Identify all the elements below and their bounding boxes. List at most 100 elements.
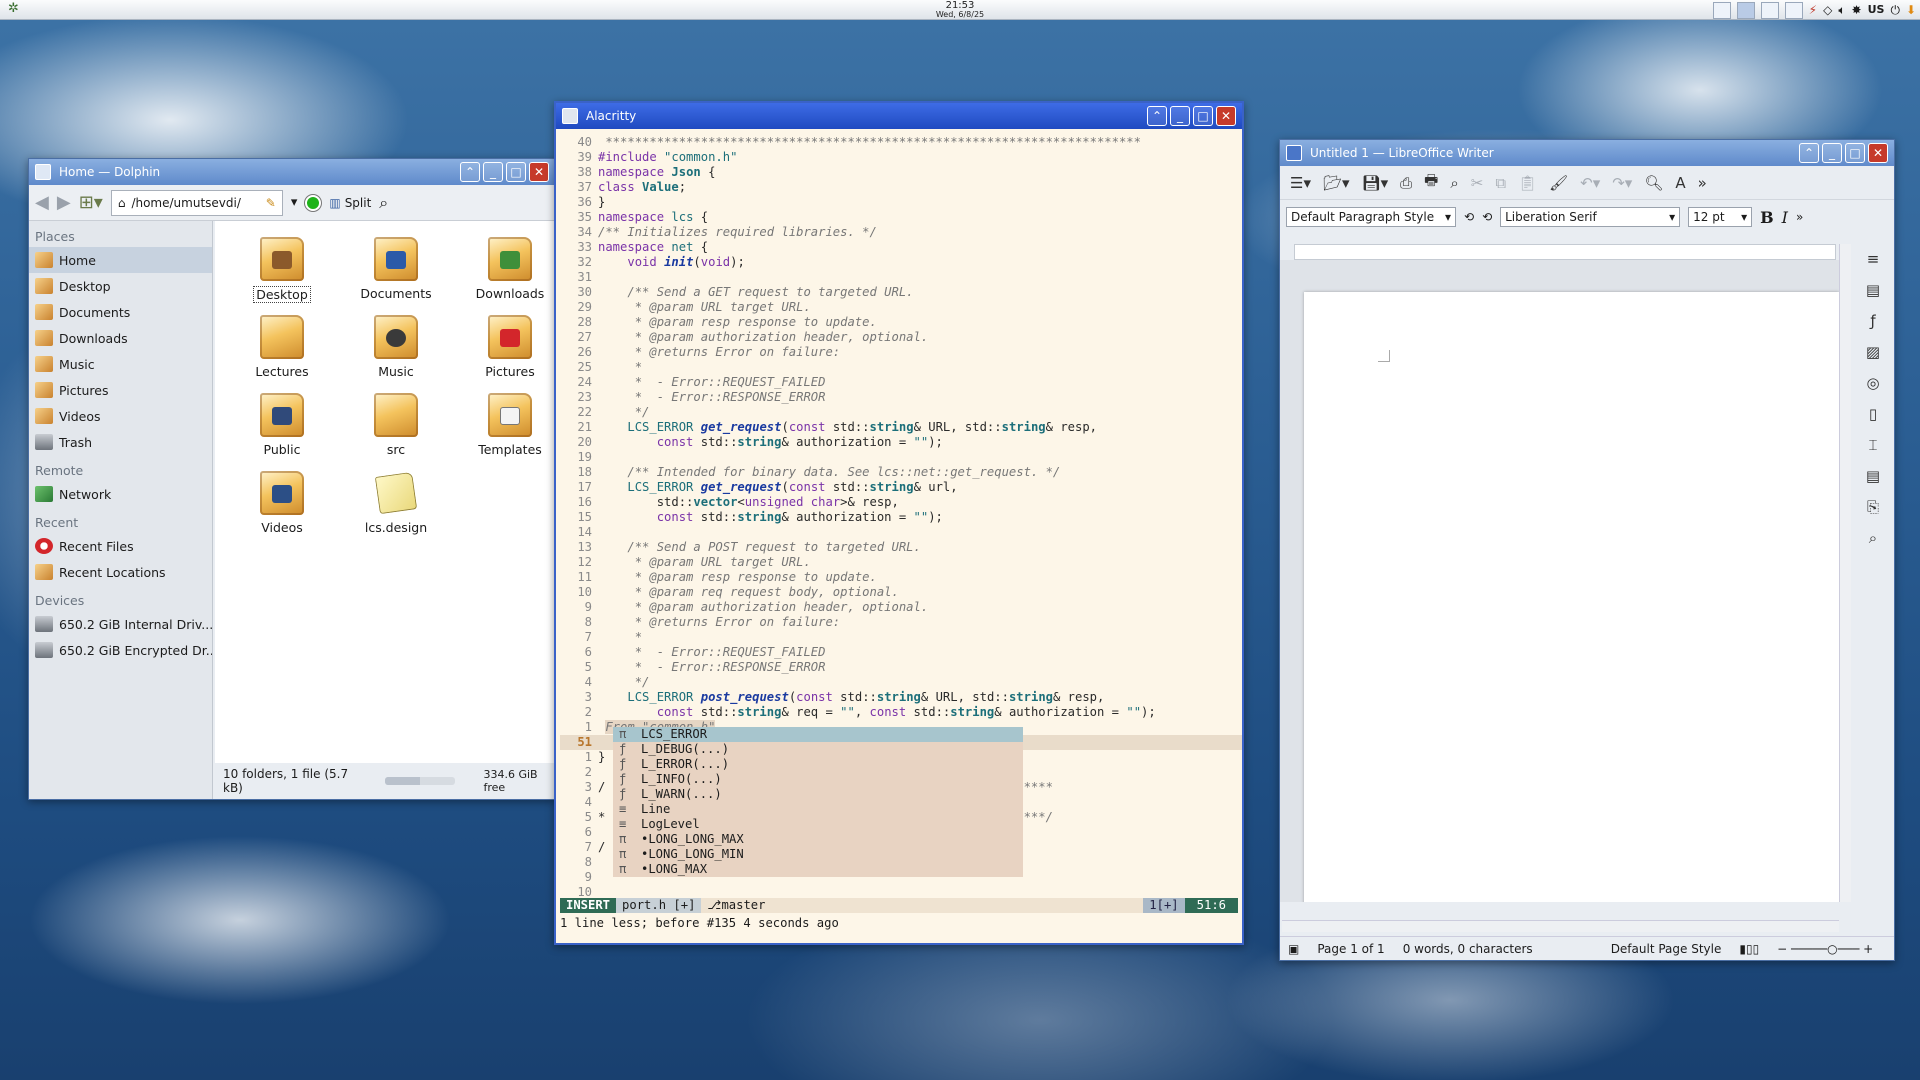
completion-item[interactable]: π •LONG_MAX (613, 862, 1023, 877)
place-network[interactable]: Network (29, 481, 212, 507)
word-count[interactable]: 0 words, 0 characters (1403, 942, 1533, 956)
navigator-icon[interactable]: ◎ (1866, 374, 1879, 392)
font-size-select[interactable]: 12 pt ▾ (1688, 207, 1753, 227)
tool-icon[interactable]: ⚡ (1809, 1, 1817, 19)
page-info[interactable]: Page 1 of 1 (1317, 942, 1384, 956)
document-area[interactable] (1280, 260, 1839, 902)
close-button[interactable]: ✕ (1868, 143, 1888, 163)
minimize-button[interactable]: _ (1822, 143, 1842, 163)
location-bar[interactable]: ⌂ /home/umutsevdi/ ✎ (110, 189, 283, 216)
workspace-3[interactable] (1760, 1, 1779, 19)
file-item[interactable]: Desktop (225, 233, 339, 307)
styles-icon[interactable]: ƒ (1870, 312, 1875, 330)
gallery-icon[interactable]: ▨ (1866, 343, 1880, 361)
save-status-icon[interactable]: ▣ (1288, 942, 1299, 956)
completion-item[interactable]: π •LONG_LONG_MIN (613, 847, 1023, 862)
more-formatting-icon[interactable]: » (1796, 210, 1803, 224)
writer-app-icon[interactable] (1286, 145, 1302, 161)
paragraph-style-select[interactable]: Default Paragraph Style ▾ (1286, 207, 1456, 227)
find-icon[interactable]: ⌕ (1869, 529, 1877, 547)
place-desktop[interactable]: Desktop (29, 273, 212, 299)
cut-icon[interactable]: ✂ (1471, 174, 1484, 192)
design-icon[interactable]: ⎘ (1867, 498, 1879, 516)
italic-icon[interactable]: I (1782, 208, 1788, 227)
properties-icon[interactable]: ▤ (1866, 281, 1880, 299)
completion-item[interactable]: π •LONG_LONG_MAX (613, 832, 1023, 847)
page-icon[interactable]: ▯ (1869, 405, 1877, 423)
completion-item[interactable]: ≡ Line (613, 802, 1023, 817)
place-videos[interactable]: Videos (29, 403, 212, 429)
maximize-button[interactable]: □ (1845, 143, 1865, 163)
keep-above-button[interactable]: ⌃ (460, 162, 480, 182)
print-preview-icon[interactable]: ⌕ (1450, 174, 1458, 192)
menu-icon[interactable]: ☰▾ (1290, 174, 1311, 192)
document-page[interactable] (1304, 292, 1839, 902)
dolphin-titlebar[interactable]: Home — Dolphin ⌃ _ □ ✕ (29, 159, 555, 185)
keyboard-layout[interactable]: US (1868, 1, 1885, 19)
save-icon[interactable]: 💾︎▾ (1362, 174, 1389, 192)
file-item[interactable]: Videos (225, 467, 339, 541)
split-button[interactable]: ▥ Split (329, 196, 371, 210)
device-encrypted-drive[interactable]: 650.2 GiB Encrypted Dr... (29, 637, 212, 663)
updates-icon[interactable]: ⬇ (1906, 1, 1916, 19)
manage-changes-icon[interactable]: ▤ (1866, 467, 1880, 485)
search-icon[interactable]: ⌕ (379, 193, 388, 213)
volume-icon[interactable]: 🔈︎ (1838, 1, 1845, 19)
close-button[interactable]: ✕ (529, 162, 549, 182)
bold-icon[interactable]: B (1760, 208, 1774, 227)
close-button[interactable]: ✕ (1216, 106, 1236, 126)
place-recent-files[interactable]: Recent Files (29, 533, 212, 559)
terminal-status-icon[interactable] (305, 194, 322, 211)
dolphin-app-icon[interactable] (35, 164, 51, 180)
export-pdf-icon[interactable]: ⎙ (1400, 174, 1412, 192)
maximize-button[interactable]: □ (1193, 106, 1213, 126)
clock[interactable]: 21:53 Wed, 6/8/25 (900, 0, 1020, 20)
workspace-1[interactable] (1712, 1, 1731, 19)
more-tools-icon[interactable]: » (1698, 174, 1707, 192)
completion-item[interactable]: π LCS_ERROR (613, 727, 1023, 742)
keep-above-button[interactable]: ⌃ (1799, 143, 1819, 163)
undo-icon[interactable]: ↶▾ (1580, 174, 1600, 192)
open-icon[interactable]: 📂︎▾ (1323, 174, 1350, 192)
print-icon[interactable]: 🖶 (1424, 170, 1438, 195)
minimize-button[interactable]: _ (483, 162, 503, 182)
file-item[interactable]: Lectures (225, 311, 339, 385)
place-music[interactable]: Music (29, 351, 212, 377)
workspace-2[interactable] (1736, 1, 1755, 19)
writer-titlebar[interactable]: Untitled 1 — LibreOffice Writer ⌃ _ □ ✕ (1280, 140, 1894, 166)
device-internal-drive[interactable]: 650.2 GiB Internal Driv... (29, 611, 212, 637)
terminal-app-icon[interactable] (562, 108, 578, 124)
back-icon[interactable]: ◀ (35, 192, 49, 213)
view-mode-icon[interactable]: ⊞▾ (79, 192, 103, 213)
file-item[interactable]: Downloads (453, 233, 555, 307)
app-menu-icon[interactable]: ✲ (8, 1, 19, 16)
file-item[interactable]: Public (225, 389, 339, 463)
font-name-select[interactable]: Liberation Serif ▾ (1500, 207, 1681, 227)
eraser-icon[interactable]: ◇ (1823, 1, 1832, 19)
new-style-icon[interactable]: ⟲ (1482, 210, 1492, 224)
horizontal-scrollbar[interactable] (1282, 920, 1839, 932)
place-downloads[interactable]: Downloads (29, 325, 212, 351)
completion-item[interactable]: ƒ L_INFO(...) (613, 772, 1023, 787)
file-item[interactable]: Music (339, 311, 453, 385)
power-icon[interactable]: ⏻ (1890, 1, 1900, 19)
keep-above-button[interactable]: ⌃ (1147, 106, 1167, 126)
find-replace-icon[interactable]: 🔍︎ (1644, 174, 1663, 192)
minimize-button[interactable]: _ (1170, 106, 1190, 126)
style-inspector-icon[interactable]: ⌶ (1868, 436, 1877, 454)
place-documents[interactable]: Documents (29, 299, 212, 325)
completion-item[interactable]: ƒ L_DEBUG(...) (613, 742, 1023, 757)
horizontal-ruler[interactable] (1294, 244, 1836, 260)
zoom-slider[interactable]: − ─────○─── + (1777, 942, 1873, 956)
update-style-icon[interactable]: ⟲ (1464, 210, 1474, 224)
page-style[interactable]: Default Page Style (1611, 942, 1722, 956)
place-home[interactable]: Home (29, 247, 212, 273)
completion-item[interactable]: ƒ L_WARN(...) (613, 787, 1023, 802)
redo-icon[interactable]: ↷▾ (1612, 174, 1632, 192)
workspace-4[interactable] (1784, 1, 1803, 19)
sidebar-menu-icon[interactable]: ≡ (1867, 250, 1880, 268)
place-trash[interactable]: Trash (29, 429, 212, 455)
file-item[interactable]: Templates (453, 389, 555, 463)
file-view[interactable]: Desktop Documents Downloads Lectures Mus… (215, 221, 555, 763)
paste-icon[interactable]: 📋︎ (1518, 174, 1537, 192)
